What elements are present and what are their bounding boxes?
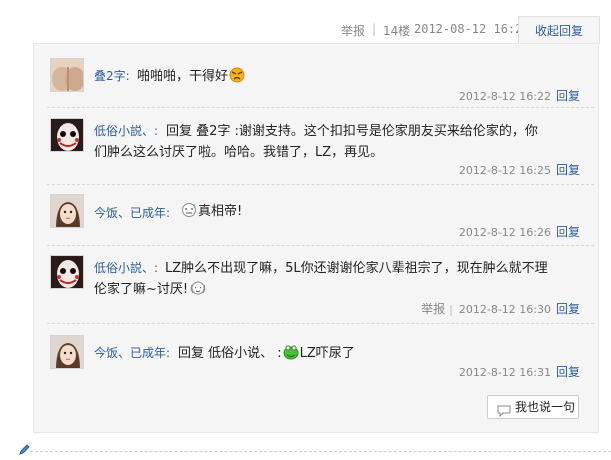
reply-meta: 2012-8-12 16:26 回复 [459,223,580,240]
avatar[interactable] [50,335,84,369]
avatar[interactable] [50,58,84,92]
reply-author[interactable]: 低俗小説、: [94,259,158,276]
reply-divider [47,107,594,108]
reply-meta: 2012-8-12 16:31 回复 [459,363,580,380]
reply-item: 低俗小説、: 回复 叠2字 :谢谢支持。这个扣扣号是伦家朋友买来给伦家的，你 们… [50,118,596,178]
reply-meta: 2012-8-12 16:25 回复 [459,161,580,178]
reply-time: 2012-8-12 16:25 [458,164,551,177]
report-link[interactable]: 举报 [341,22,365,39]
say-something-label: 我也说一句 [515,400,576,414]
angry-face-emoji-icon [228,67,246,87]
say-something-button[interactable]: 我也说一句 [487,395,579,419]
reply-text-line1: LZ肿么不出现了嘛，5L你还谢谢伦家八辈祖宗了，现在肿么就不理 [165,261,548,276]
meta-separator: | [449,303,453,316]
pencil-icon[interactable] [18,444,30,460]
reply-author[interactable]: 今饭、已成年: [94,344,170,361]
reply-time: 2012-8-12 16:30 [458,303,551,316]
reply-time: 2012-8-12 16:31 [458,366,551,379]
floor-header: 举报 | 14楼 2012-08-12 16:20 收起回复 [0,0,611,44]
reply-divider [47,245,594,246]
meta-separator: | [372,22,377,36]
reply-text-line2: 伦家了嘛~讨厌! [94,278,208,301]
reply-item: 今饭、已成年: 真相帝! 2012-8-12 16:26 回复 [50,194,596,240]
reply-button[interactable]: 回复 [556,163,580,177]
floor-number: 14楼 [383,24,411,38]
reply-text: 回复 低俗小说、 : LZ吓尿了 [178,342,355,364]
post-timestamp: 2012-08-12 16:20 [414,22,530,36]
reply-item: 低俗小説、: LZ肿么不出现了嘛，5L你还谢谢伦家八辈祖宗了，现在肿么就不理 伦… [50,255,596,317]
reply-divider [47,323,594,324]
collapse-replies-button[interactable]: 收起回复 [518,16,600,44]
reply-author[interactable]: 低俗小説、: [94,122,158,139]
avatar[interactable] [50,255,84,289]
sweat-face-emoji-icon [180,202,198,222]
avatar[interactable] [50,194,84,228]
shy-face-emoji-icon [188,279,208,301]
reply-item: 今饭、已成年: 回复 低俗小说、 : LZ吓尿了 2012-8-12 16:31 回… [50,335,596,380]
reply-divider [47,184,594,185]
reply-author[interactable]: 叠2字: [94,67,130,84]
reply-text-line1: 回复 叠2字 :谢谢支持。这个扣扣号是伦家朋友买来给伦家的，你 [166,124,538,139]
reply-meta: 2012-8-12 16:22 回复 [459,87,580,104]
avatar[interactable] [50,118,84,152]
reply-text-line2: 们肿么这么讨厌了啦。哈哈。我错了，LZ，再见。 [94,145,384,160]
reply-meta: 举报 | 2012-8-12 16:30 回复 [421,300,580,317]
reply-text: 啪啪啪，干得好 [137,65,246,87]
speech-bubble-icon [497,402,511,424]
green-frog-emoji-icon [282,344,300,364]
report-link[interactable]: 举报 [421,302,445,316]
bottom-divider [30,451,611,452]
reply-author[interactable]: 今饭、已成年: [94,204,170,221]
reply-button[interactable]: 回复 [556,89,580,103]
reply-time: 2012-8-12 16:22 [458,90,551,103]
reply-button[interactable]: 回复 [556,365,580,379]
reply-text: 真相帝! [180,200,242,222]
reply-button[interactable]: 回复 [556,225,580,239]
reply-time: 2012-8-12 16:26 [458,226,551,239]
reply-item: 叠2字: 啪啪啪，干得好 2012-8-12 16:22 回复 [50,58,596,103]
reply-button[interactable]: 回复 [556,302,580,316]
